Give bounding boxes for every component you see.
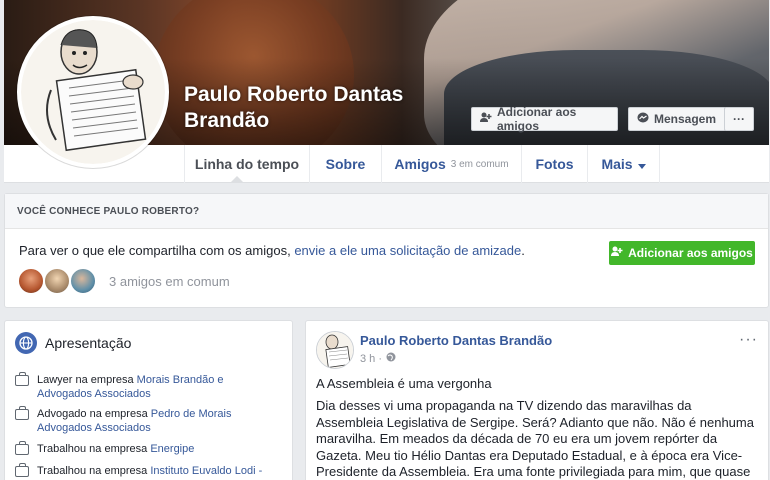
chevron-down-icon [637,156,646,172]
intro-card: Apresentação Lawyer na empresa Morais Br… [4,320,293,480]
post-timestamp[interactable]: 3 h · [360,353,382,365]
active-tab-caret [230,176,244,183]
know-person-text: Para ver o que ele compartilha com os am… [19,243,525,258]
workplace-link[interactable]: Instituto Euvaldo Lodi - [150,465,262,477]
profile-name[interactable]: Paulo Roberto Dantas Brandão [184,82,444,134]
work-item: Advogado na empresa Pedro de Morais Advo… [15,406,275,435]
post-body: Dia desses vi uma propaganda na TV dizen… [316,398,754,479]
public-globe-icon [386,352,396,365]
tab-friends[interactable]: Amigos 3 em comum [381,145,521,183]
send-friend-request-link[interactable]: envie a ele uma solicitação de amizade [294,243,521,258]
work-item: Trabalhou na empresa Instituto Euvaldo L… [15,463,275,478]
add-friend-button[interactable]: Adicionar aos amigos [471,105,618,133]
tab-photos[interactable]: Fotos [521,145,587,183]
post-options-button[interactable]: ··· [739,331,758,349]
timeline-post: Paulo Roberto Dantas Brandão 3 h · ··· A… [305,320,769,480]
post-author-avatar[interactable] [316,331,354,369]
post-author-name[interactable]: Paulo Roberto Dantas Brandão [360,333,552,348]
work-item: Lawyer na empresa Morais Brandão e Advog… [15,372,275,401]
friends-mutual-count: 3 em comum [450,158,509,170]
more-actions-button[interactable]: ··· [724,107,754,131]
tab-about[interactable]: Sobre [309,145,381,183]
tab-more[interactable]: Mais [587,145,660,183]
message-button[interactable]: Mensagem [628,107,726,131]
caricature-icon [317,332,353,368]
post-title: A Assembleia é uma vergonha [316,376,492,391]
intro-title: Apresentação [45,335,132,351]
work-item: Trabalhou na empresa Energipe [15,441,275,456]
mutual-friend-avatar[interactable] [43,267,71,295]
more-dots-icon: ··· [733,112,745,126]
know-person-card: VOCÊ CONHECE PAULO ROBERTO? Para ver o q… [4,193,769,308]
add-friend-icon [611,246,623,260]
workplace-link[interactable]: Energipe [150,443,194,455]
profile-picture[interactable] [17,16,169,168]
globe-icon [15,332,37,354]
mutual-friend-avatar[interactable] [17,267,45,295]
caricature-icon [21,20,165,164]
mutual-friends-count[interactable]: 3 amigos em comum [109,274,230,289]
briefcase-icon [15,372,29,386]
briefcase-icon [15,463,29,477]
briefcase-icon [15,441,29,455]
add-friend-green-button[interactable]: Adicionar aos amigos [609,241,755,265]
message-label: Mensagem [654,112,717,126]
know-person-header: VOCÊ CONHECE PAULO ROBERTO? [5,194,768,229]
add-friend-label: Adicionar aos amigos [497,105,577,133]
mutual-friends[interactable]: 3 amigos em comum [17,267,230,295]
tab-timeline[interactable]: Linha do tempo [184,145,309,183]
briefcase-icon [15,406,29,420]
mutual-friend-avatar[interactable] [69,267,97,295]
messenger-icon [637,112,649,127]
add-friend-icon [480,112,492,126]
